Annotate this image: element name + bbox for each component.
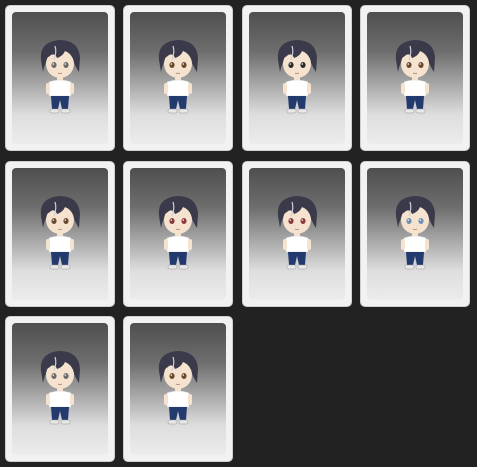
character-avatar-icon bbox=[390, 36, 440, 116]
character-avatar-icon bbox=[272, 192, 322, 272]
card-preview-area bbox=[249, 168, 345, 300]
card-preview-area bbox=[367, 12, 463, 144]
face-option-card[interactable] bbox=[123, 161, 233, 307]
character-avatar-icon bbox=[272, 36, 322, 116]
face-option-card[interactable] bbox=[5, 5, 115, 151]
character-avatar-icon bbox=[35, 347, 85, 427]
card-preview-area bbox=[249, 12, 345, 144]
card-preview-area bbox=[12, 12, 108, 144]
face-option-card[interactable] bbox=[360, 5, 470, 151]
face-option-card[interactable] bbox=[360, 161, 470, 307]
card-preview-area bbox=[12, 168, 108, 300]
card-preview-area bbox=[130, 168, 226, 300]
character-avatar-icon bbox=[35, 192, 85, 272]
character-avatar-icon bbox=[153, 36, 203, 116]
character-avatar-icon bbox=[153, 192, 203, 272]
face-option-card[interactable] bbox=[242, 161, 352, 307]
character-avatar-icon bbox=[390, 192, 440, 272]
card-preview-area bbox=[130, 323, 226, 455]
face-option-card[interactable] bbox=[5, 316, 115, 462]
character-avatar-icon bbox=[153, 347, 203, 427]
face-option-card[interactable] bbox=[123, 316, 233, 462]
character-avatar-icon bbox=[35, 36, 85, 116]
face-option-card[interactable] bbox=[242, 5, 352, 151]
face-option-card[interactable] bbox=[123, 5, 233, 151]
character-face-grid bbox=[5, 5, 472, 463]
card-preview-area bbox=[12, 323, 108, 455]
card-preview-area bbox=[367, 168, 463, 300]
face-option-card[interactable] bbox=[5, 161, 115, 307]
card-preview-area bbox=[130, 12, 226, 144]
